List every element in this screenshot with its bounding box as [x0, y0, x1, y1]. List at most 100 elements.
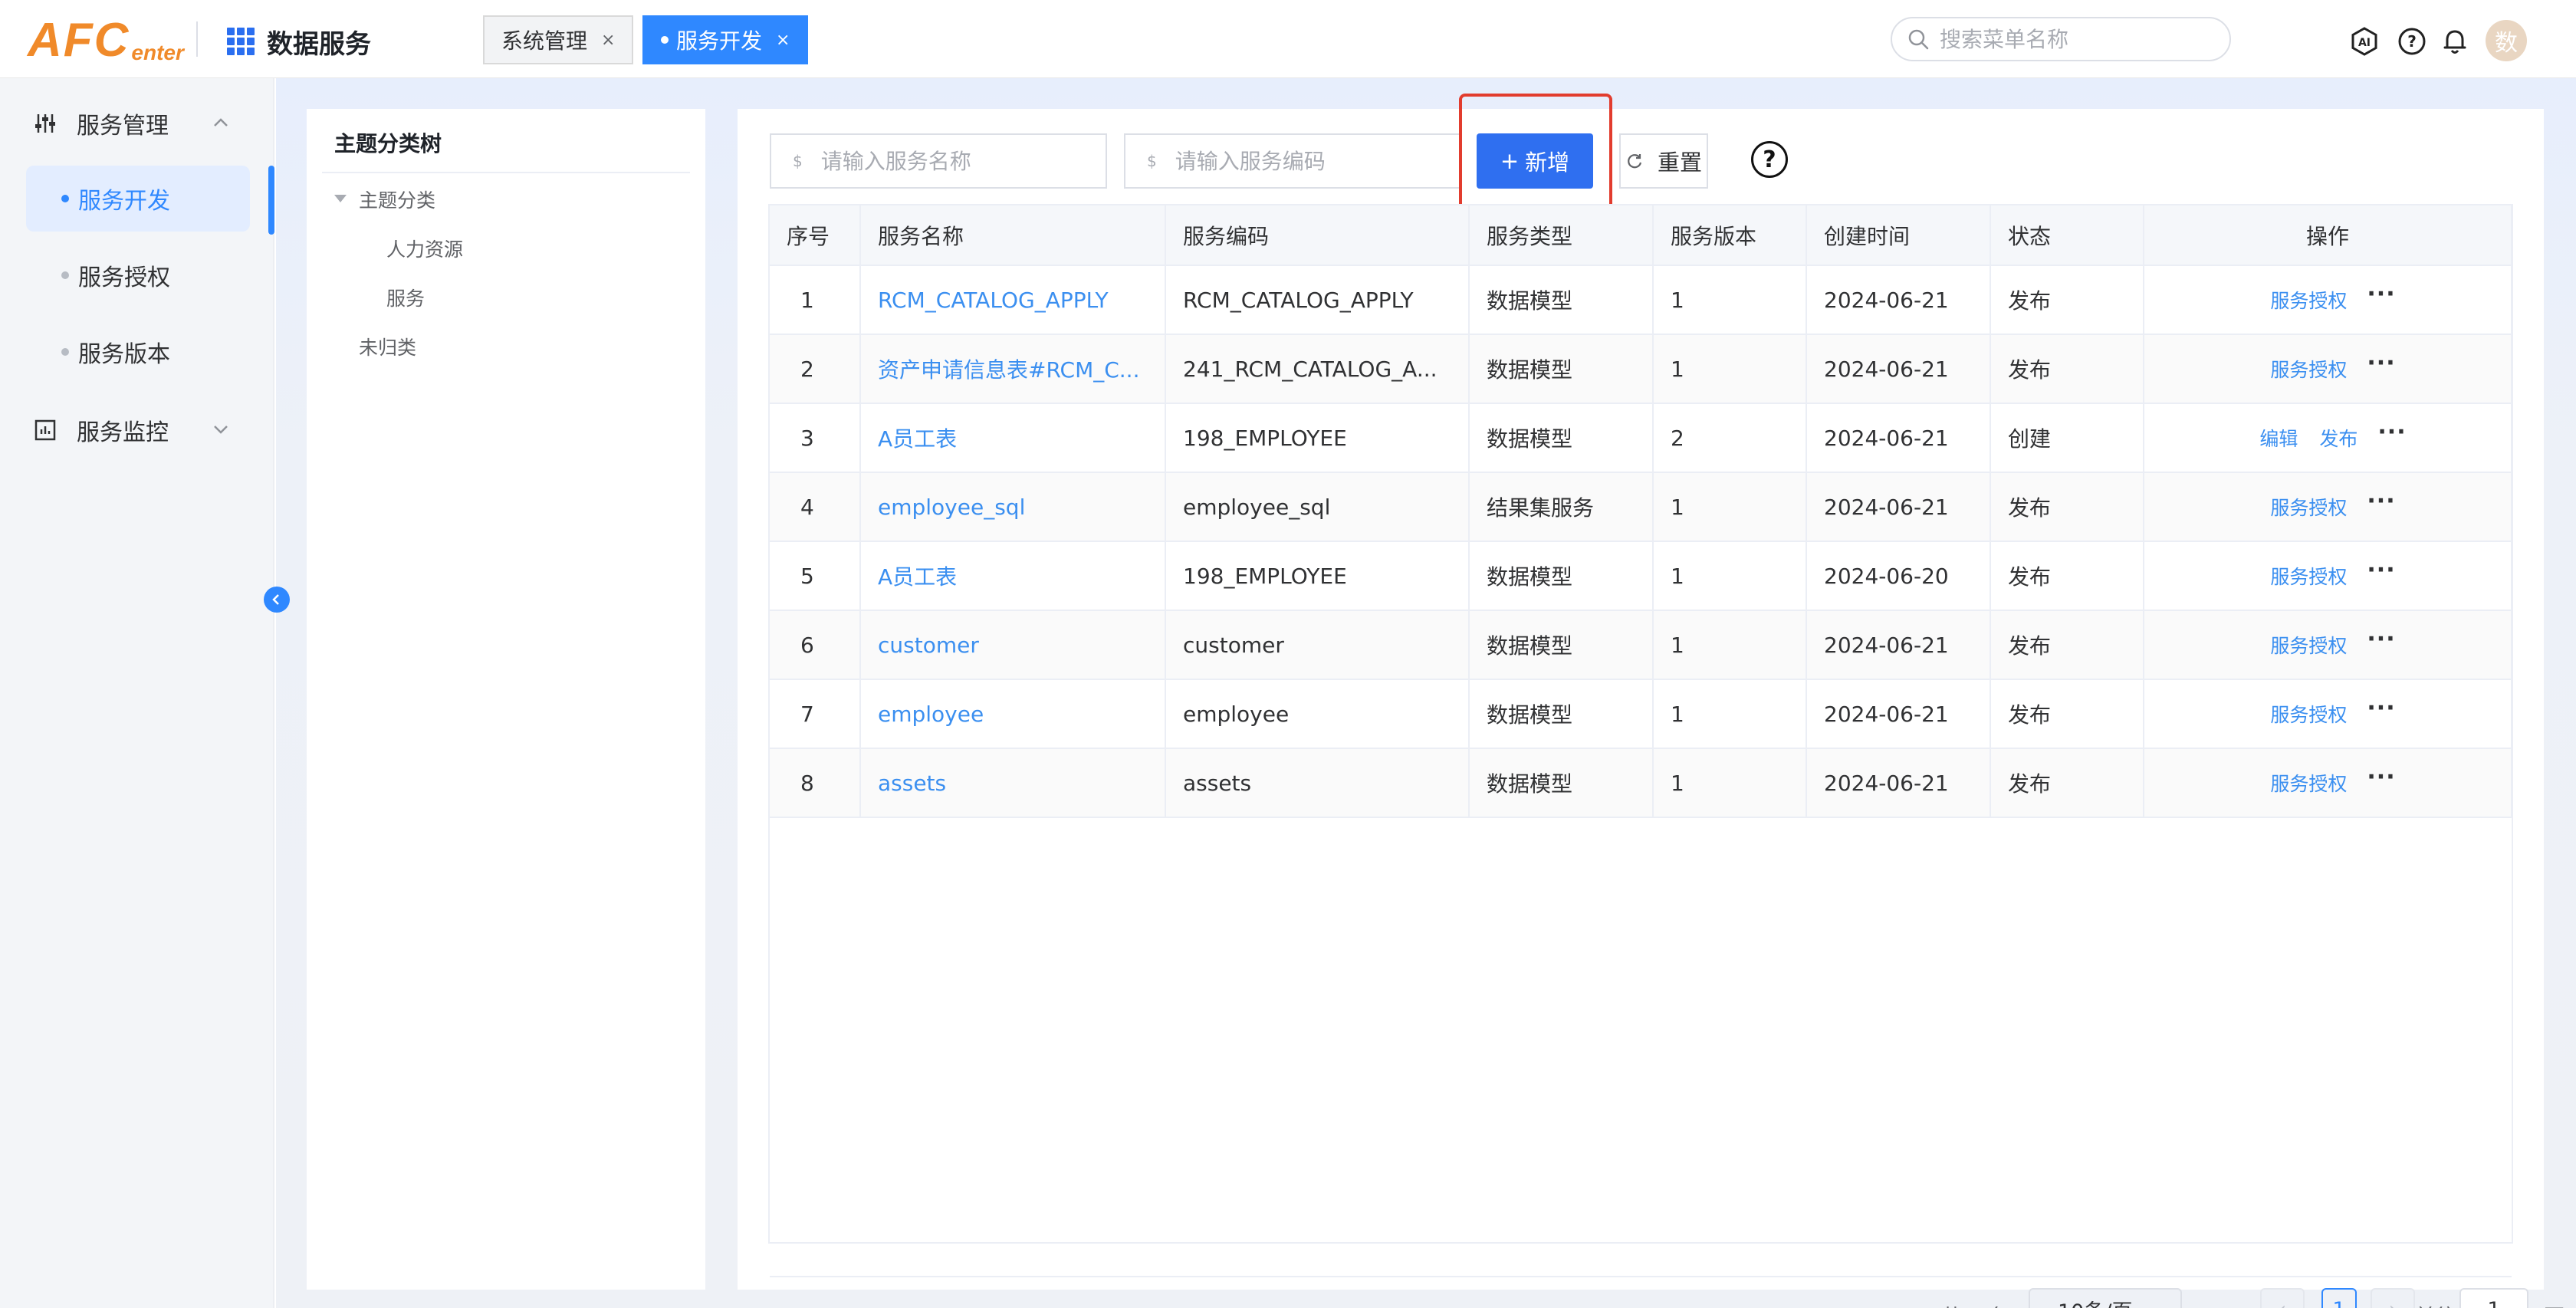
- action-link[interactable]: 服务授权: [2270, 290, 2347, 312]
- reset-button[interactable]: 重置: [1619, 133, 1708, 189]
- tree-node-hr[interactable]: 人力资源: [386, 235, 463, 262]
- created-time-cell: 2024-06-21: [1806, 472, 1991, 542]
- actions-cell: 服务授权 ···: [2144, 748, 2512, 818]
- refresh-icon: [1628, 154, 1642, 169]
- tree-node-service[interactable]: 服务: [386, 284, 425, 311]
- created-time-cell: 2024-06-21: [1806, 748, 1991, 818]
- sidebar-item-service-development[interactable]: 服务开发: [26, 166, 250, 232]
- prev-page-button[interactable]: ‹: [2260, 1288, 2305, 1308]
- service-code-cell: RCM_CATALOG_APPLY: [1165, 265, 1470, 335]
- goto-page-input[interactable]: [2459, 1288, 2528, 1308]
- service-code-cell: assets: [1165, 748, 1470, 818]
- more-actions-icon[interactable]: ···: [2367, 281, 2395, 307]
- more-actions-icon[interactable]: ···: [2367, 626, 2395, 652]
- action-link[interactable]: 服务授权: [2270, 704, 2347, 726]
- page-size-select[interactable]: 10条/页: [2029, 1288, 2182, 1308]
- chevron-down-icon: [2155, 1304, 2169, 1308]
- service-version-cell: 1: [1653, 265, 1807, 335]
- next-page-button[interactable]: ›: [2371, 1288, 2415, 1308]
- menu-search[interactable]: [1891, 17, 2231, 61]
- avatar[interactable]: 数: [2486, 20, 2527, 61]
- more-actions-icon[interactable]: ···: [2377, 419, 2406, 445]
- service-table: 序号 服务名称 服务编码 服务类型 服务版本 创建时间 状态 操作 1 RCM_C…: [768, 204, 2564, 1308]
- category-tree-panel: 主题分类树 主题分类 人力资源 服务 未归类: [307, 109, 705, 1290]
- caret-down-icon[interactable]: [334, 195, 347, 202]
- more-actions-icon[interactable]: ···: [2367, 557, 2395, 583]
- action-link[interactable]: 服务授权: [2270, 497, 2347, 519]
- help-icon[interactable]: ?: [1751, 141, 1788, 178]
- service-name-link[interactable]: A员工表: [860, 541, 1166, 611]
- service-name-link[interactable]: assets: [860, 748, 1166, 818]
- more-actions-icon[interactable]: ···: [2367, 350, 2395, 376]
- sidebar-item-service-authorization[interactable]: 服务授权: [26, 242, 250, 308]
- service-name-link[interactable]: 资产申请信息表#RCM_C...: [860, 334, 1166, 404]
- divider: [322, 172, 690, 173]
- tree-title: 主题分类树: [334, 131, 442, 156]
- bell-icon[interactable]: [2440, 26, 2470, 57]
- collapse-sidebar-button[interactable]: [264, 587, 290, 613]
- service-list-panel: $ $ + 新增 重置 ? 序号 服务名称 服务编码: [738, 94, 2564, 1308]
- service-name-input[interactable]: [820, 148, 1066, 174]
- logo[interactable]: AFC enter: [28, 14, 184, 64]
- bullet-icon: [61, 348, 69, 356]
- sidebar-group-service-monitoring[interactable]: 服务监控: [0, 396, 274, 465]
- tree-node-uncategorized[interactable]: 未归类: [359, 333, 416, 360]
- row-number: 6: [770, 610, 861, 680]
- chevron-up-icon: [214, 118, 228, 127]
- table-row: 2 资产申请信息表#RCM_C... 241_RCM_CATALOG_A... 数据模…: [770, 334, 2512, 404]
- close-icon[interactable]: ×: [601, 31, 615, 50]
- service-name-link[interactable]: A员工表: [860, 403, 1166, 473]
- service-version-cell: 1: [1653, 679, 1807, 749]
- column-header: 操作: [2144, 205, 2512, 266]
- ai-icon[interactable]: AI: [2349, 26, 2380, 57]
- more-actions-icon[interactable]: ···: [2367, 695, 2395, 721]
- column-header: 服务编码: [1165, 205, 1470, 266]
- column-header: 状态: [1990, 205, 2144, 266]
- sliders-icon: [35, 114, 55, 133]
- add-service-button[interactable]: + 新增: [1477, 133, 1593, 189]
- more-actions-icon[interactable]: ···: [2367, 488, 2395, 514]
- row-number: 2: [770, 334, 861, 404]
- service-version-cell: 2: [1653, 403, 1807, 473]
- more-actions-icon[interactable]: ···: [2367, 764, 2395, 790]
- chart-icon: [34, 419, 56, 441]
- service-type-cell: 数据模型: [1469, 403, 1654, 473]
- service-code-filter[interactable]: $: [1124, 133, 1461, 189]
- table-row: 7 employee employee 数据模型 1 2024-06-21 发布 服务授权 ··…: [770, 679, 2512, 749]
- row-number: 8: [770, 748, 861, 818]
- action-link[interactable]: 发布: [2319, 428, 2358, 450]
- sidebar-item-service-version[interactable]: 服务版本: [26, 319, 250, 385]
- action-link[interactable]: 服务授权: [2270, 359, 2347, 381]
- action-link[interactable]: 编辑: [2259, 428, 2298, 450]
- tree-node-root[interactable]: 主题分类: [359, 186, 435, 213]
- close-icon[interactable]: ×: [776, 31, 790, 50]
- add-button-label: 新增: [1525, 150, 1570, 176]
- service-name-link[interactable]: customer: [860, 610, 1166, 680]
- tab-service-development[interactable]: 服务开发 ×: [642, 15, 809, 64]
- service-name-link[interactable]: employee_sql: [860, 472, 1166, 542]
- sidebar-item-label: 服务授权: [78, 265, 170, 291]
- table-row: 1 RCM_CATALOG_APPLY RCM_CATALOG_APPLY 数据模型 1…: [770, 265, 2512, 335]
- column-header: 创建时间: [1806, 205, 1991, 266]
- page-unit-label: 页: [2544, 1300, 2564, 1308]
- tab-label: 服务开发: [676, 28, 763, 54]
- status-cell: 发布: [1990, 541, 2144, 611]
- divider: [770, 1276, 2512, 1277]
- service-type-cell: 数据模型: [1469, 748, 1654, 818]
- action-link[interactable]: 服务授权: [2270, 773, 2347, 795]
- service-version-cell: 1: [1653, 472, 1807, 542]
- service-name-link[interactable]: employee: [860, 679, 1166, 749]
- page-number-button[interactable]: 1: [2321, 1288, 2357, 1308]
- action-link[interactable]: 服务授权: [2270, 566, 2347, 588]
- service-code-input[interactable]: [1175, 148, 1421, 174]
- row-number: 1: [770, 265, 861, 335]
- search-input[interactable]: [1940, 26, 2216, 52]
- service-name-filter[interactable]: $: [770, 133, 1107, 189]
- tab-system-management[interactable]: 系统管理 ×: [483, 15, 634, 64]
- service-name-link[interactable]: RCM_CATALOG_APPLY: [860, 265, 1166, 335]
- sidebar-group-service-management[interactable]: 服务管理: [0, 89, 274, 158]
- service-version-cell: 1: [1653, 541, 1807, 611]
- apps-grid-icon[interactable]: [227, 28, 255, 55]
- action-link[interactable]: 服务授权: [2270, 635, 2347, 657]
- help-icon[interactable]: ?: [2397, 26, 2427, 57]
